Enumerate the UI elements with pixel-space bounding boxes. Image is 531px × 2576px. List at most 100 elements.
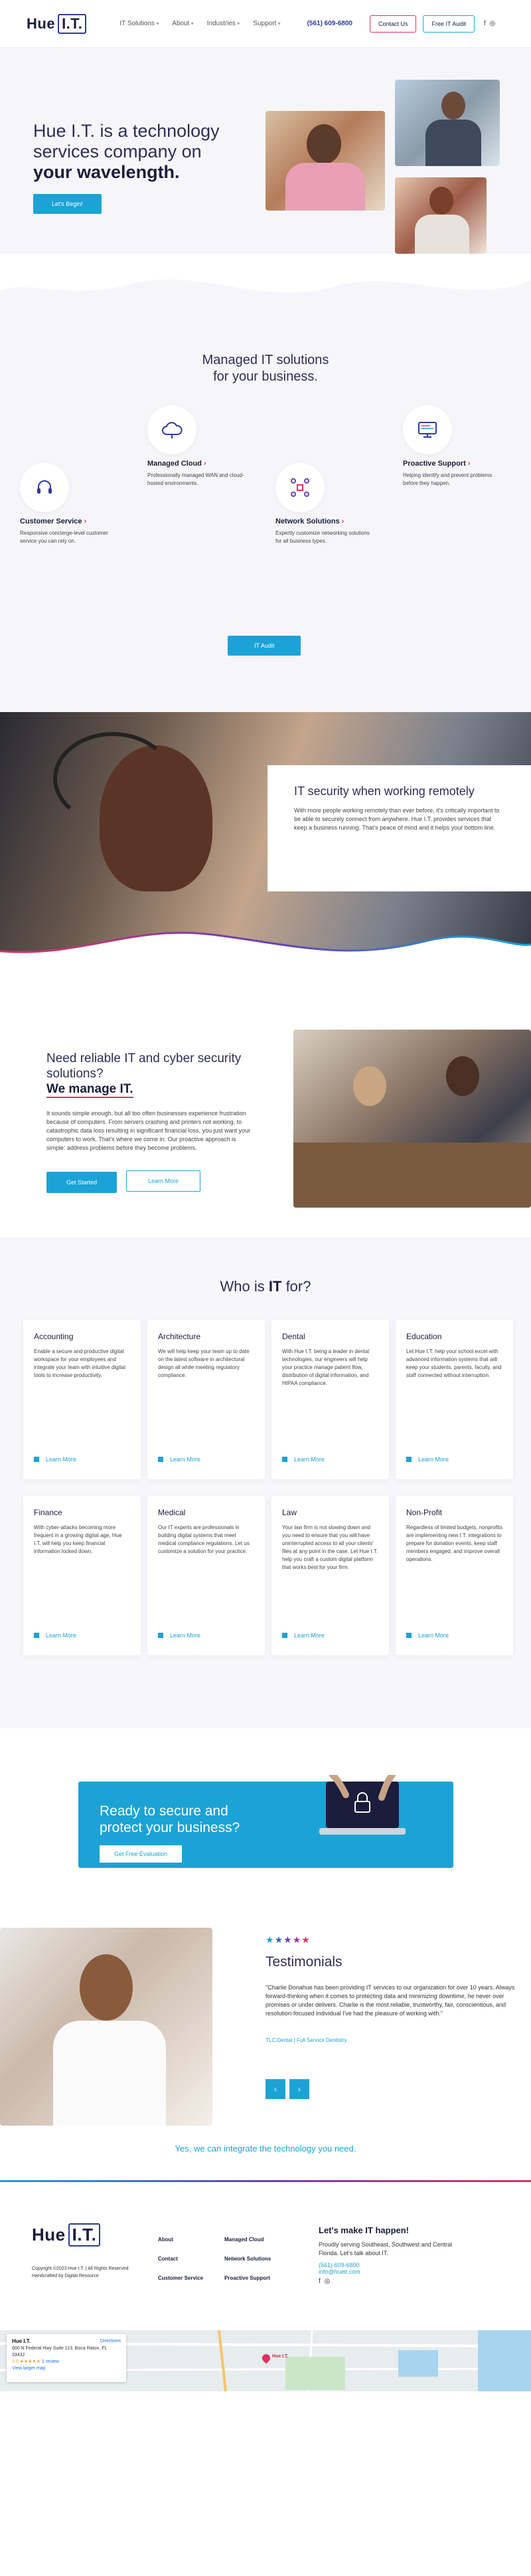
- industry-card-finance[interactable]: Finance With cyber-attacks becoming more…: [23, 1496, 141, 1655]
- footer-logo[interactable]: Hue I.T.: [32, 2223, 101, 2247]
- industry-card-medical[interactable]: Medical Our IT experts are professionals…: [147, 1496, 265, 1655]
- map-place-name: Hue I.T.: [12, 2338, 31, 2344]
- who-title-bold: IT: [268, 1278, 282, 1295]
- service-desc: Expertly customize networking solutions …: [275, 530, 370, 544]
- service-title: Proactive Support: [403, 460, 502, 468]
- card-desc: Let Hue I.T. help your school excel with…: [406, 1348, 502, 1378]
- nav-support[interactable]: Support: [253, 20, 280, 27]
- footer-contact: Let's make IT happen! Proudly serving So…: [319, 2225, 465, 2285]
- square-icon: [282, 1457, 287, 1462]
- instagram-icon[interactable]: ◎: [490, 20, 496, 27]
- learn-more-link[interactable]: Learn More: [406, 1632, 449, 1639]
- learn-more-link[interactable]: Learn More: [282, 1632, 325, 1639]
- learn-more-link[interactable]: Learn More: [34, 1632, 76, 1639]
- learn-more-link[interactable]: Learn More: [158, 1632, 200, 1639]
- reliable-body: It sounds simple enough, but all too oft…: [46, 1110, 251, 1151]
- hero-photo-team: [395, 80, 500, 166]
- page: Hue I.T. IT Solutions About Industries S…: [0, 0, 531, 2576]
- service-customer-service[interactable]: Customer Service Responsive concierge-le…: [20, 463, 119, 545]
- next-arrow-icon[interactable]: ›: [289, 2079, 309, 2099]
- hero-title-bold: your wavelength.: [33, 162, 180, 182]
- card-title: Non-Profit: [406, 1508, 443, 1517]
- map-pin-label: Hue I.T.: [272, 2354, 289, 2359]
- footer-phone[interactable]: (561) 609-6800: [319, 2262, 465, 2268]
- footer-social: f ◎: [319, 2278, 465, 2285]
- industry-card-dental[interactable]: Dental With Hue I.T. being a leader in d…: [271, 1320, 389, 1479]
- service-desc: Responsive concierge-level customer serv…: [20, 530, 108, 544]
- directions-link[interactable]: Directions: [100, 2338, 121, 2345]
- lets-begin-button[interactable]: Let's Begin!: [33, 194, 102, 214]
- free-evaluation-button[interactable]: Get Free Evaluation: [100, 1845, 183, 1863]
- site-footer: Hue I.T. Copyright ©2023 Hue I.T. | All …: [0, 2180, 531, 2391]
- card-title: Finance: [34, 1508, 62, 1517]
- card-title: Dental: [282, 1332, 305, 1341]
- card-desc: Enable a secure and productive digital w…: [34, 1348, 125, 1378]
- nav-about[interactable]: About: [172, 20, 193, 27]
- industry-card-architecture[interactable]: Architecture We will help keep your team…: [147, 1320, 265, 1479]
- header-social: f ◎: [484, 20, 496, 27]
- industry-card-accounting[interactable]: Accounting Enable a secure and productiv…: [23, 1320, 141, 1479]
- reliable-title-text: Need reliable IT and cyber security solu…: [46, 1052, 242, 1081]
- learn-more-link[interactable]: Learn More: [282, 1456, 325, 1463]
- star-icon: ★: [266, 1934, 275, 1945]
- contact-button[interactable]: Contact Us: [369, 15, 417, 33]
- who-title-suffix: for?: [285, 1278, 311, 1295]
- instagram-icon[interactable]: ◎: [325, 2278, 331, 2285]
- service-title: Managed Cloud: [147, 460, 247, 468]
- view-larger-map-link[interactable]: View larger map: [12, 2365, 121, 2372]
- industry-card-education[interactable]: Education Let Hue I.T. help your school …: [396, 1320, 513, 1479]
- square-icon: [406, 1633, 412, 1638]
- testimonial-cite[interactable]: TLC Dental | Full Service Dentistry: [266, 2037, 347, 2043]
- gradient-divider: [0, 2180, 531, 2182]
- reliable-title: Need reliable IT and cyber security solu…: [46, 1051, 246, 1098]
- star-icon: ★: [292, 1934, 302, 1945]
- embedded-map[interactable]: Hue I.T. Hue I.T. 600 N Federal Hwy Suit…: [0, 2330, 531, 2391]
- industry-card-law[interactable]: Law Your law firm is not slowing down an…: [271, 1496, 389, 1655]
- learn-more-link[interactable]: Learn More: [406, 1456, 449, 1463]
- who-title-prefix: Who is: [220, 1278, 265, 1295]
- footer-link-managed-cloud[interactable]: Managed Cloud: [224, 2237, 271, 2243]
- headset-icon: [20, 463, 69, 512]
- facebook-icon[interactable]: f: [319, 2278, 321, 2285]
- prev-arrow-icon[interactable]: ‹: [266, 2079, 285, 2099]
- copyright: Copyright ©2023 Hue I.T. | All Rights Re…: [32, 2265, 129, 2280]
- hero-title-line: Hue I.T. is a technology services compan…: [33, 121, 220, 161]
- nav-it-solutions[interactable]: IT Solutions: [119, 20, 159, 27]
- card-desc: Your law firm is not slowing down and yo…: [282, 1524, 378, 1570]
- square-icon: [282, 1633, 287, 1638]
- testimonials-section: ★★★★★ Testimonials "Charlie Donahue has …: [0, 1928, 531, 2180]
- star-icon: ★: [301, 1934, 311, 1945]
- cloud-icon: [147, 405, 196, 454]
- credit-link[interactable]: Handcrafted by Digital Resource: [32, 2272, 129, 2280]
- header-phone[interactable]: (561) 609-6800: [307, 20, 352, 27]
- star-icon: ★: [283, 1934, 293, 1945]
- footer-link-network-solutions[interactable]: Network Solutions: [224, 2256, 271, 2262]
- security-card: IT security when working remotely With m…: [267, 765, 531, 891]
- footer-link-contact[interactable]: Contact: [158, 2256, 203, 2262]
- managed-title: Managed IT solutions for your business.: [0, 352, 531, 385]
- footer-email[interactable]: info@hueit.com: [319, 2268, 465, 2275]
- learn-more-link[interactable]: Learn More: [34, 1456, 76, 1463]
- logo[interactable]: Hue I.T.: [27, 13, 87, 34]
- footer-link-customer-service[interactable]: Customer Service: [158, 2275, 203, 2281]
- network-icon: [275, 463, 325, 512]
- learn-more-link[interactable]: Learn More: [158, 1456, 200, 1463]
- service-network-solutions[interactable]: Network Solutions Expertly customize net…: [275, 463, 375, 545]
- gradient-wave: [0, 931, 531, 965]
- free-audit-button[interactable]: Free IT Audit: [423, 15, 475, 33]
- map-reviews[interactable]: 1 review: [42, 2359, 59, 2364]
- service-proactive-support[interactable]: Proactive Support Helping identify and p…: [403, 405, 502, 488]
- footer-link-about[interactable]: About: [158, 2237, 203, 2243]
- learn-more-button[interactable]: Learn More: [126, 1170, 201, 1192]
- card-desc: We will help keep your team up to date o…: [158, 1348, 250, 1378]
- learn-more-label: Learn More: [170, 1456, 201, 1463]
- get-started-button[interactable]: Get Started: [46, 1172, 117, 1193]
- service-managed-cloud[interactable]: Managed Cloud Professionally managed WAN…: [147, 405, 247, 488]
- square-icon: [34, 1457, 39, 1462]
- facebook-icon[interactable]: f: [484, 20, 486, 27]
- industry-card-non-profit[interactable]: Non-Profit Regardless of limited budgets…: [396, 1496, 513, 1655]
- it-audit-button[interactable]: IT Audit: [228, 636, 301, 656]
- square-icon: [34, 1633, 39, 1638]
- footer-link-proactive-support[interactable]: Proactive Support: [224, 2275, 271, 2281]
- nav-industries[interactable]: Industries: [207, 20, 240, 27]
